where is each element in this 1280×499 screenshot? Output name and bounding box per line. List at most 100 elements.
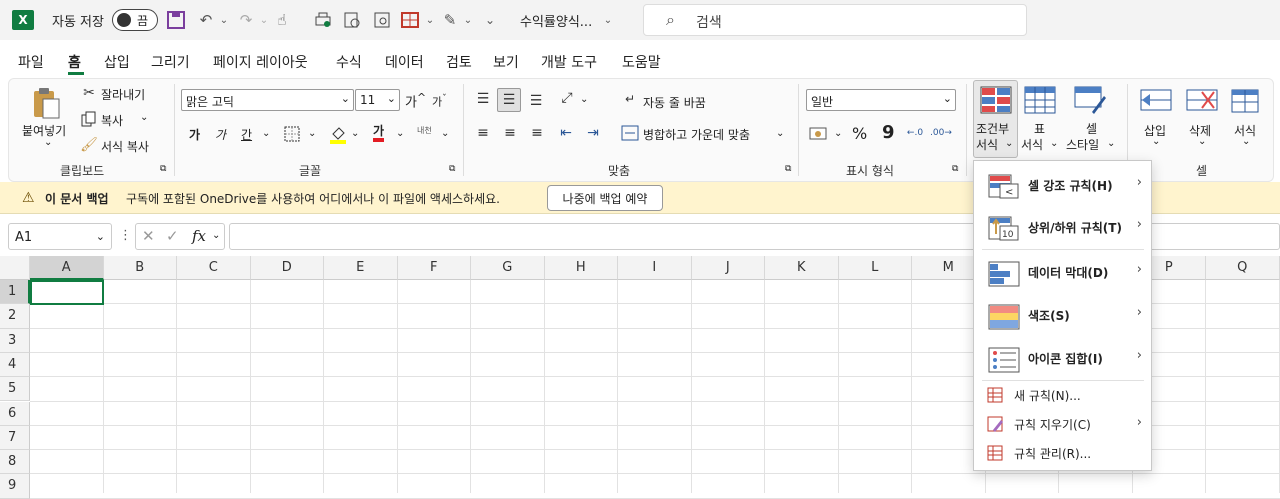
row-header[interactable]: 3: [0, 329, 30, 353]
column-header[interactable]: J: [692, 256, 766, 280]
tab-file[interactable]: 파일: [18, 52, 44, 72]
decrease-font-icon[interactable]: 가ˇ: [432, 93, 447, 110]
decrease-decimal-icon[interactable]: .00→: [930, 124, 952, 142]
format-as-table-label-2[interactable]: 서식: [1021, 136, 1043, 153]
number-format-select[interactable]: 일반⌄: [806, 89, 956, 111]
save-icon[interactable]: [164, 8, 188, 32]
new-rule-item[interactable]: 새 규칙(N)...: [974, 381, 1152, 409]
tab-home[interactable]: 홈: [68, 52, 81, 72]
accounting-format-icon[interactable]: [808, 124, 830, 142]
borders-dropdown-icon[interactable]: ⌄: [308, 128, 316, 139]
enter-icon[interactable]: ✓: [166, 227, 179, 245]
column-header[interactable]: K: [765, 256, 839, 280]
format-as-table-icon[interactable]: [1024, 86, 1058, 116]
icon-sets-item[interactable]: 아이콘 집합(I) ›: [974, 337, 1152, 379]
merge-center-icon[interactable]: [620, 124, 640, 142]
data-bars-item[interactable]: 데이터 막대(D) ›: [974, 251, 1152, 293]
align-left-icon[interactable]: ≡: [473, 124, 493, 142]
column-header[interactable]: C: [177, 256, 251, 280]
print-preview-icon[interactable]: [311, 8, 335, 32]
delete-cells-icon[interactable]: [1186, 86, 1220, 116]
column-header[interactable]: G: [471, 256, 545, 280]
autosave-toggle[interactable]: 끔: [112, 9, 158, 31]
schedule-backup-button[interactable]: 나중에 백업 예약: [547, 185, 663, 211]
copy-dropdown-icon[interactable]: ⌄: [140, 112, 148, 123]
wrap-text-icon[interactable]: ↵: [620, 90, 640, 108]
alignment-launcher-icon[interactable]: ⧉: [785, 164, 791, 174]
copy-icon[interactable]: [80, 110, 98, 128]
clear-rules-item[interactable]: 규칙 지우기(C) ›: [974, 410, 1152, 438]
column-header[interactable]: H: [545, 256, 619, 280]
tab-data[interactable]: 데이터: [385, 52, 424, 72]
column-header[interactable]: D: [251, 256, 325, 280]
format-painter-dropdown-icon[interactable]: ⌄: [456, 8, 480, 32]
column-header[interactable]: F: [398, 256, 472, 280]
cancel-icon[interactable]: ✕: [142, 227, 155, 245]
top-bottom-rules-item[interactable]: 10 상위/하위 규칙(T) ›: [974, 206, 1152, 248]
align-right-icon[interactable]: ≡: [527, 124, 547, 142]
row-header[interactable]: 7: [0, 426, 30, 450]
column-header[interactable]: B: [104, 256, 178, 280]
column-header[interactable]: L: [839, 256, 913, 280]
tab-view[interactable]: 보기: [493, 52, 519, 72]
borders-ribbon-icon[interactable]: [283, 125, 301, 143]
orientation-icon[interactable]: ⤢: [556, 88, 578, 108]
tab-draw[interactable]: 그리기: [151, 52, 190, 72]
row-header[interactable]: 2: [0, 304, 30, 328]
font-color-button[interactable]: 가: [373, 124, 384, 142]
tab-formulas[interactable]: 수식: [336, 52, 362, 72]
highlight-cells-rules-item[interactable]: < 셀 강조 규칙(H) ›: [974, 164, 1152, 206]
bold-button[interactable]: 가: [189, 126, 200, 143]
decrease-indent-icon[interactable]: ⇤: [556, 124, 576, 142]
row-header[interactable]: 6: [0, 402, 30, 426]
underline-button[interactable]: 간: [241, 126, 252, 143]
percent-button[interactable]: %: [852, 124, 867, 143]
column-header[interactable]: A: [30, 256, 104, 280]
increase-font-icon[interactable]: 가^: [405, 91, 426, 110]
quick-print-icon[interactable]: [340, 8, 364, 32]
search-input[interactable]: ⌕ 검색: [643, 4, 1027, 36]
insert-cells-icon[interactable]: [1140, 86, 1174, 116]
tab-help[interactable]: 도움말: [622, 52, 661, 72]
tab-review[interactable]: 검토: [446, 52, 472, 72]
align-top-icon[interactable]: ☰: [473, 90, 493, 108]
paste-dropdown-icon[interactable]: ⌄: [44, 137, 52, 148]
font-size-select[interactable]: 11⌄: [355, 89, 400, 111]
merge-dropdown-icon[interactable]: ⌄: [776, 128, 784, 139]
manage-rules-item[interactable]: 규칙 관리(R)...: [974, 439, 1152, 467]
row-header[interactable]: 4: [0, 353, 30, 377]
tab-insert[interactable]: 삽입: [104, 52, 130, 72]
italic-button[interactable]: 가: [215, 126, 226, 143]
merge-center-button[interactable]: 병합하고 가운데 맞춤: [643, 126, 750, 143]
cell-styles-icon[interactable]: [1074, 86, 1108, 116]
tab-developer[interactable]: 개발 도구: [541, 52, 597, 72]
cut-button[interactable]: 잘라내기: [101, 86, 145, 103]
more-options-icon[interactable]: ⋮: [119, 228, 132, 243]
selected-cell[interactable]: [30, 280, 104, 305]
paste-icon[interactable]: [30, 86, 62, 120]
column-header[interactable]: Q: [1206, 256, 1280, 280]
format-painter-button[interactable]: 서식 복사: [101, 138, 149, 155]
fill-color-icon[interactable]: [329, 124, 347, 144]
cut-icon[interactable]: ✂: [80, 84, 98, 102]
font-name-select[interactable]: 맑은 고딕⌄: [181, 89, 354, 111]
document-title[interactable]: 수익률양식...: [520, 11, 592, 30]
tab-page-layout[interactable]: 페이지 레이아웃: [213, 52, 308, 72]
search-doc-icon[interactable]: [370, 8, 394, 32]
cell-styles-label-1[interactable]: 셀: [1086, 120, 1097, 137]
font-color-dropdown-icon[interactable]: ⌄: [396, 128, 404, 139]
accounting-dropdown-icon[interactable]: ⌄: [834, 128, 842, 139]
select-all-corner[interactable]: [0, 256, 30, 280]
undo-dropdown-icon[interactable]: ⌄: [212, 8, 236, 32]
row-header[interactable]: 8: [0, 450, 30, 474]
phonetic-guide-button[interactable]: 내천: [417, 125, 432, 136]
number-launcher-icon[interactable]: ⧉: [952, 164, 958, 174]
fill-color-dropdown-icon[interactable]: ⌄: [351, 128, 359, 139]
font-launcher-icon[interactable]: ⧉: [449, 164, 455, 174]
touch-mode-icon[interactable]: ☝: [270, 8, 294, 32]
row-header[interactable]: 9: [0, 474, 30, 498]
increase-decimal-icon[interactable]: ←.0: [904, 124, 926, 142]
phonetic-dropdown-icon[interactable]: ⌄: [441, 128, 449, 139]
insert-function-button[interactable]: fx: [192, 227, 206, 245]
format-cells-icon[interactable]: [1230, 86, 1264, 116]
